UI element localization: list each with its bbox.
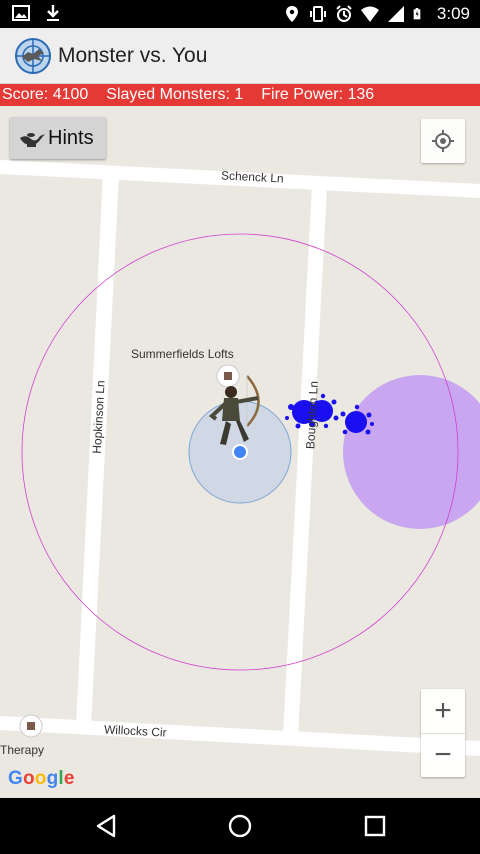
location-icon — [285, 6, 298, 22]
map-view[interactable]: Schenck Ln Hopkinson Ln Boughton Ln Will… — [0, 106, 480, 798]
navigation-bar — [0, 798, 480, 854]
poi-label-lofts: Summerfields Lofts — [131, 347, 234, 361]
alarm-icon — [336, 5, 352, 22]
fire-power-label: Fire Power: 136 — [261, 86, 375, 103]
zoom-in-button[interactable]: + — [421, 689, 465, 734]
zoom-controls: + − — [421, 689, 465, 777]
slayed-monsters-label: Slayed Monsters: 1 — [106, 86, 244, 103]
hints-button[interactable]: Hints — [10, 117, 106, 159]
vibrate-icon — [309, 6, 326, 22]
zoom-out-button[interactable]: − — [421, 733, 465, 777]
download-icon — [47, 5, 59, 21]
crosshair-dragon-icon — [15, 38, 51, 74]
back-icon[interactable] — [92, 812, 120, 840]
poi-label-therapy: Therapy — [0, 743, 45, 757]
clock: 3:09 — [436, 4, 470, 23]
therapy-marker-icon — [19, 714, 43, 738]
battery-icon — [413, 8, 421, 20]
status-bar: 3:09 — [0, 0, 480, 28]
signal-icon — [387, 6, 404, 22]
lofts-marker-icon — [216, 364, 240, 388]
image-icon — [12, 5, 30, 21]
map-canvas — [0, 160, 480, 756]
recents-icon[interactable] — [361, 812, 389, 840]
google-logo: Google — [8, 768, 75, 789]
monster-zone — [343, 375, 480, 529]
stats-bar: Score: 4100 Slayed Monsters: 1 Fire Powe… — [0, 84, 480, 106]
wifi-icon — [360, 6, 379, 22]
app-bar: Monster vs. You — [0, 28, 480, 84]
street-willocks — [0, 716, 480, 756]
home-icon[interactable] — [226, 812, 254, 840]
app-title: Monster vs. You — [58, 44, 208, 67]
my-location-button[interactable] — [421, 119, 465, 163]
magic-lamp-icon — [20, 133, 45, 147]
player-location-dot — [232, 444, 248, 460]
hints-label: Hints — [48, 126, 94, 149]
score-label: Score: 4100 — [2, 86, 89, 103]
my-location-icon — [432, 130, 454, 152]
